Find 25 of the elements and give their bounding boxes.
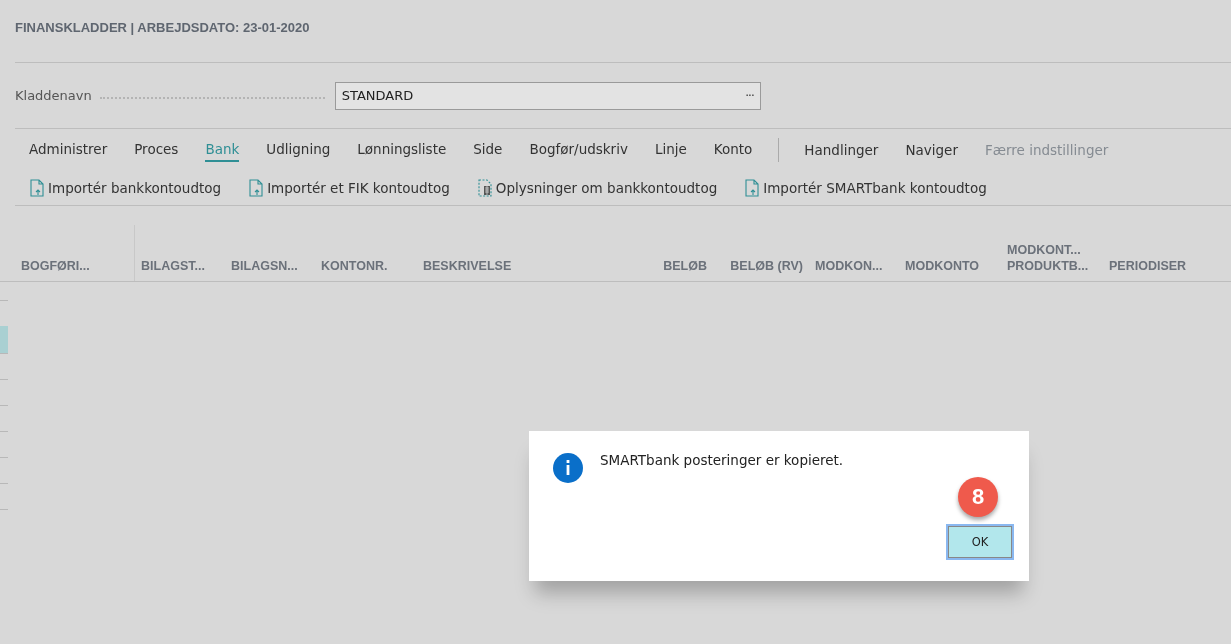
- row-marker: [0, 326, 8, 353]
- ribbon-action[interactable]: Importér bankkontoudtog: [30, 179, 222, 197]
- info-icon: [553, 453, 583, 483]
- ribbon-tab[interactable]: Administrer: [29, 138, 108, 162]
- ribbon-tab[interactable]: Konto: [713, 138, 753, 162]
- import-file-icon: [30, 179, 44, 197]
- ribbon-tab[interactable]: Bogfør/udskriv: [529, 138, 628, 162]
- page-title: FINANSKLADDER | ARBEJDSDATO: 23-01-2020: [15, 19, 311, 37]
- ribbon-tab[interactable]: Side: [473, 138, 503, 162]
- ribbon-action[interactable]: Oplysninger om bankkontoudtog: [477, 179, 718, 197]
- ribbon-action[interactable]: Importér et FIK kontoudtog: [249, 179, 450, 197]
- ribbon-tab[interactable]: Lønningsliste: [357, 138, 447, 162]
- ribbon-action[interactable]: Importér SMARTbank kontoudtog: [745, 179, 987, 197]
- field-label: Kladdenavn: [15, 88, 92, 103]
- import-file-icon: [249, 179, 264, 197]
- ribbon-tab[interactable]: Linje: [654, 138, 687, 162]
- ribbon-tab[interactable]: Udligning: [266, 138, 331, 162]
- ribbon-tab[interactable]: Proces: [134, 138, 179, 162]
- ribbon-menu[interactable]: Naviger: [905, 142, 958, 158]
- import-file-icon: [745, 179, 760, 197]
- ribbon-menu[interactable]: Handlinger: [804, 142, 879, 158]
- document-grid-icon: [477, 179, 492, 197]
- dialog-message: SMARTbank posteringer er kopieret.: [600, 452, 844, 468]
- ok-button[interactable]: OK: [946, 524, 1014, 560]
- journal-name-field[interactable]: STANDARD ···: [334, 81, 761, 110]
